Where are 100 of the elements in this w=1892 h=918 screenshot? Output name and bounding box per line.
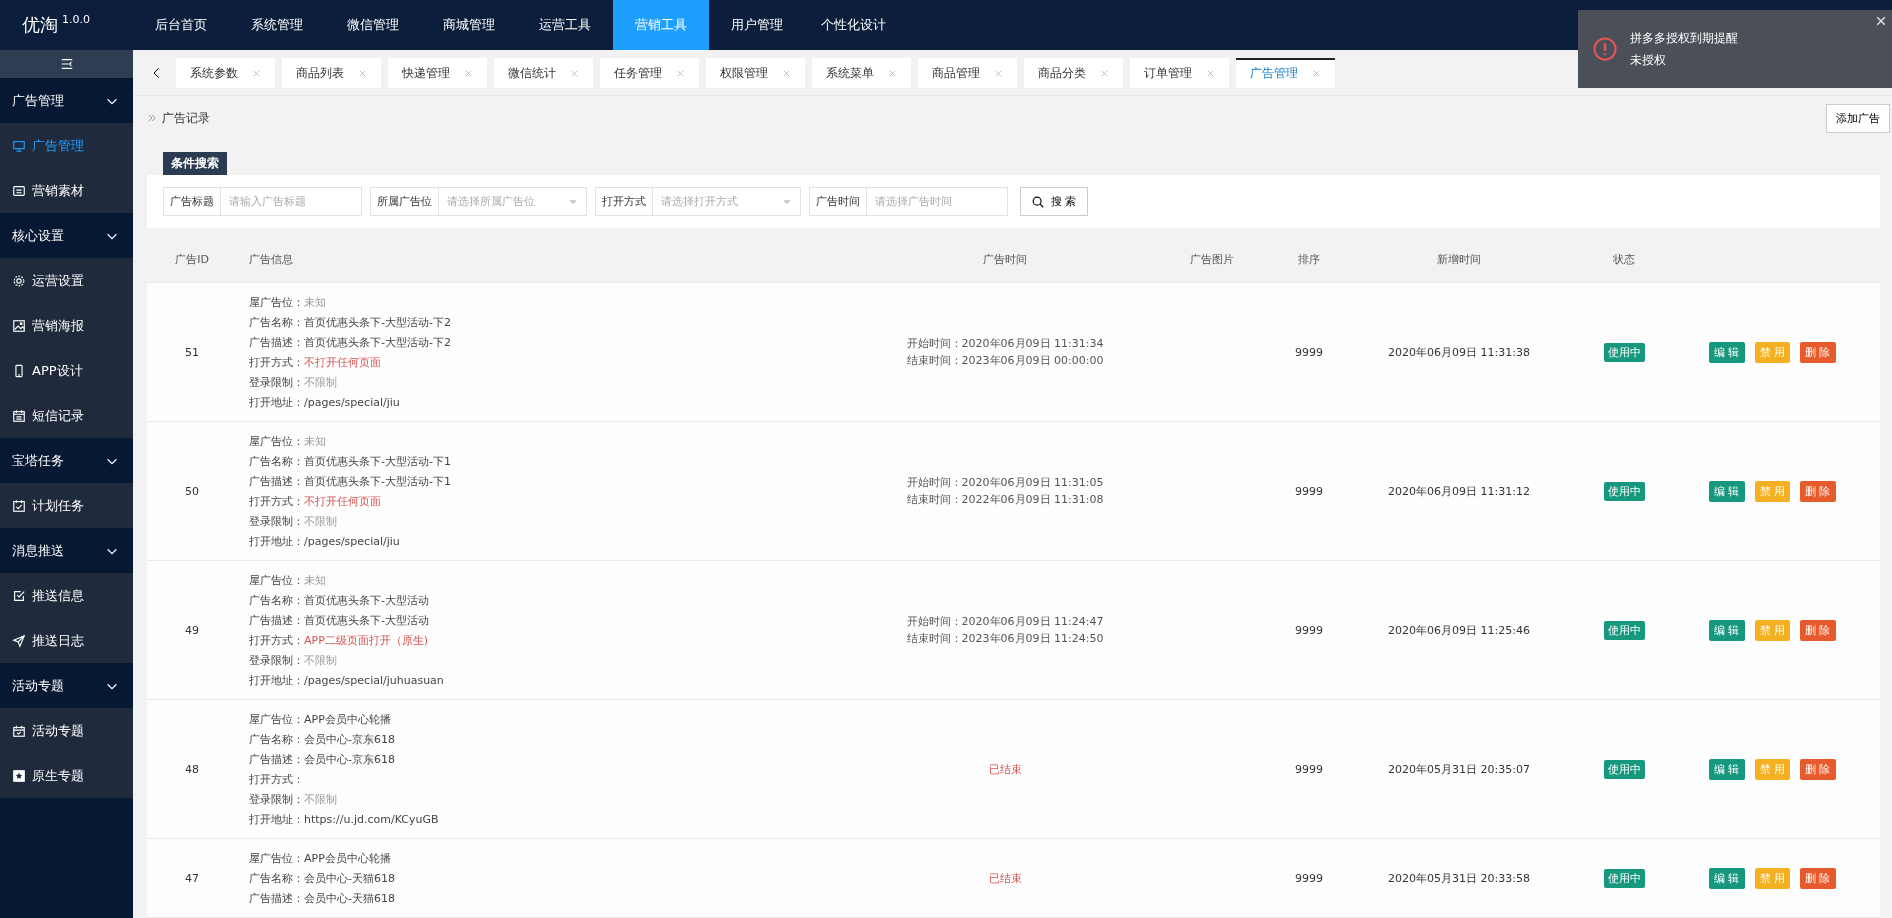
image-icon: [12, 318, 26, 333]
group-label: 消息推送: [12, 541, 64, 560]
sidebar-item[interactable]: 计划任务: [0, 483, 133, 528]
edit-button[interactable]: 编 辑: [1709, 341, 1745, 363]
info-value: https://u.jd.com/KCyuGB: [304, 812, 439, 826]
time-text: 结束时间：2022年06月09日 11:31:08: [906, 492, 1104, 507]
info-label: 广告描述：: [249, 890, 304, 906]
delete-button[interactable]: 删 除: [1800, 619, 1836, 641]
close-icon: [252, 69, 261, 78]
status-badge: 使用中: [1603, 342, 1645, 362]
sidebar-item[interactable]: 广告管理: [0, 123, 133, 168]
info-label: 打开地址：: [249, 394, 304, 410]
status-badge: 使用中: [1603, 620, 1645, 640]
page-tab[interactable]: 任务管理: [600, 57, 699, 88]
info-label: 广告名称：: [249, 592, 304, 608]
info-label: 登录限制：: [249, 513, 304, 529]
group-label: 宝塔任务: [12, 451, 64, 470]
id-cell-text: 48: [184, 761, 200, 778]
page-tab[interactable]: 订单管理: [1130, 57, 1229, 88]
info-label: 打开地址：: [249, 672, 304, 688]
info-label: 屋广告位：: [249, 433, 304, 449]
nav-item[interactable]: 微信管理: [325, 0, 421, 50]
item-label: 计划任务: [32, 496, 84, 515]
calendar-icon: [12, 723, 26, 738]
time-text: 结束时间：2023年06月09日 11:24:50: [906, 631, 1104, 646]
item-label: 活动专题: [32, 721, 84, 740]
delete-button[interactable]: 删 除: [1800, 867, 1836, 889]
page-tab[interactable]: 微信统计: [494, 57, 593, 88]
page-tab[interactable]: 商品管理: [918, 57, 1017, 88]
close-button[interactable]: [1876, 16, 1886, 26]
nav-item[interactable]: 商城管理: [421, 0, 517, 50]
page-tab[interactable]: 权限管理: [706, 57, 805, 88]
page-tab[interactable]: 商品列表: [282, 57, 381, 88]
sort-cell-text: 9999: [1294, 761, 1324, 778]
sort-cell-text: 9999: [1294, 344, 1324, 361]
input-field[interactable]: 广告标题 请输入广告标题: [163, 187, 362, 216]
delete-button[interactable]: 删 除: [1800, 480, 1836, 502]
close-icon: [1100, 69, 1109, 78]
edit-button[interactable]: 编 辑: [1709, 867, 1745, 889]
edit-button[interactable]: 编 辑: [1709, 480, 1745, 502]
calendar-icon: [12, 408, 26, 423]
page-tab[interactable]: 系统参数: [176, 57, 275, 88]
nav-item[interactable]: 用户管理: [709, 0, 805, 50]
info-label: 登录限制：: [249, 791, 304, 807]
search-button[interactable]: 搜 索: [1020, 187, 1088, 216]
ended-status: 已结束: [988, 870, 1022, 886]
sidebar-item[interactable]: 推送信息: [0, 573, 133, 618]
item-label: APP设计: [32, 361, 83, 380]
info-label: 广告描述：: [249, 612, 304, 628]
close-icon: [358, 69, 367, 78]
sidebar-item[interactable]: 运营设置: [0, 258, 133, 303]
sidebar-item[interactable]: 营销海报: [0, 303, 133, 348]
paper-plane-icon: [12, 633, 26, 648]
sidebar-item[interactable]: 营销素材: [0, 168, 133, 213]
close-icon: [676, 69, 685, 78]
info-label: 广告名称：: [249, 731, 304, 747]
nav-item[interactable]: 运营工具: [517, 0, 613, 50]
info-value: /pages/special/jiu: [304, 395, 400, 409]
page-tab[interactable]: 商品分类: [1024, 57, 1123, 88]
id-cell-text: 49: [184, 622, 200, 639]
close-icon: [782, 69, 791, 78]
info-label: 登录限制：: [249, 374, 304, 390]
delete-button[interactable]: 删 除: [1800, 341, 1836, 363]
column-header: 排序: [1297, 251, 1321, 267]
nav-item[interactable]: 系统管理: [229, 0, 325, 50]
item-label: 短信记录: [32, 406, 84, 425]
column-header: 状态: [1612, 251, 1636, 267]
info-label: 广告描述：: [249, 473, 304, 489]
item-label: 推送信息: [32, 586, 84, 605]
nav-item[interactable]: 个性化设计: [805, 0, 902, 50]
info-value: 会员中心-天猫618: [304, 870, 395, 886]
select-field[interactable]: 打开方式 请选择打开方式: [595, 187, 801, 216]
info-value: 不打开任何页面: [304, 354, 381, 370]
info-label: 广告名称：: [249, 870, 304, 886]
status-badge: 使用中: [1603, 481, 1645, 501]
edit-button[interactable]: 编 辑: [1709, 619, 1745, 641]
time-text: 开始时间：2020年06月09日 11:31:34: [906, 336, 1104, 351]
add-button[interactable]: 添加广告: [1826, 103, 1890, 133]
page-tab[interactable]: 系统菜单: [812, 57, 911, 88]
sidebar-item[interactable]: 活动专题: [0, 708, 133, 753]
info-value: 不限制: [304, 374, 337, 390]
info-value: 会员中心-京东618: [304, 751, 395, 767]
edit-button[interactable]: 编 辑: [1709, 758, 1745, 780]
sort-cell-text: 9999: [1294, 622, 1324, 639]
tab-label: 商品列表: [296, 65, 344, 82]
sidebar-item[interactable]: 原生专题: [0, 753, 133, 798]
page-tab[interactable]: 快递管理: [388, 57, 487, 88]
menu-toggle-button[interactable]: [0, 50, 133, 78]
column-header: 广告信息: [248, 251, 294, 267]
alert-icon: [1592, 36, 1618, 62]
delete-button[interactable]: 删 除: [1800, 758, 1836, 780]
sidebar-item[interactable]: APP设计: [0, 348, 133, 393]
page-tab[interactable]: 广告管理: [1236, 57, 1335, 88]
nav-item[interactable]: 后台首页: [133, 0, 229, 50]
sidebar-item[interactable]: 推送日志: [0, 618, 133, 663]
info-value: 首页优惠头条下-大型活动-下1: [304, 453, 451, 469]
input-field[interactable]: 广告时间 请选择广告时间: [809, 187, 1008, 216]
id-cell-text: 47: [184, 870, 200, 887]
sidebar-item[interactable]: 短信记录: [0, 393, 133, 438]
select-field[interactable]: 所属广告位 请选择所属广告位: [370, 187, 587, 216]
